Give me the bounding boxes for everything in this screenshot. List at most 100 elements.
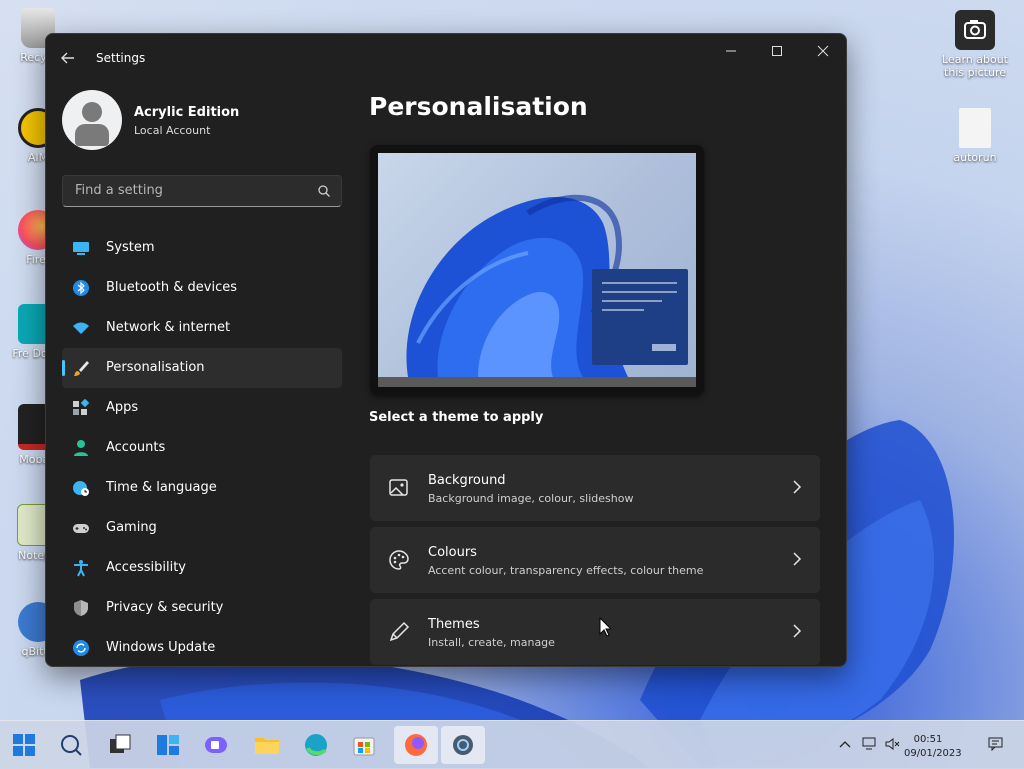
sidebar-item-privacy-security[interactable]: Privacy & security: [62, 588, 342, 628]
card-title: Themes: [428, 617, 480, 632]
minimize-icon: [726, 50, 736, 52]
show-hidden-icons-button[interactable]: [838, 737, 852, 754]
edge-icon: [305, 734, 327, 756]
task-view-button[interactable]: [104, 729, 136, 761]
themes-settings-card[interactable]: Themes Install, create, manage: [370, 599, 820, 665]
desktop-icon-learn-about-picture[interactable]: Learn about this picture: [937, 10, 1013, 79]
minimize-button[interactable]: [708, 38, 754, 68]
avatar: [62, 90, 122, 150]
start-button[interactable]: [8, 729, 40, 761]
search-input[interactable]: [73, 182, 317, 199]
network-tray-button[interactable]: [862, 737, 878, 754]
background-settings-card[interactable]: Background Background image, colour, sli…: [370, 455, 820, 521]
sidebar-item-label: Privacy & security: [106, 600, 224, 615]
maximize-button[interactable]: [754, 38, 800, 68]
close-button[interactable]: [800, 38, 846, 68]
file-explorer-button[interactable]: [251, 729, 283, 761]
back-arrow-icon: [61, 52, 74, 64]
gamepad-icon: [73, 524, 89, 533]
pen-icon: [389, 621, 410, 642]
taskbar: 00:51 09/01/2023: [0, 720, 1024, 769]
sidebar-item-label: Apps: [106, 400, 139, 415]
notification-icon: [988, 737, 1003, 752]
sidebar-item-accessibility[interactable]: Accessibility: [62, 548, 342, 588]
search-icon[interactable]: [317, 184, 331, 198]
autorun-file-icon: [959, 108, 991, 148]
mouse-cursor-icon: [599, 617, 611, 637]
search-icon: [61, 735, 82, 756]
bluetooth-icon: [73, 280, 89, 296]
sidebar-item-label: Windows Update: [106, 640, 216, 655]
profile-account-type: Local Account: [134, 124, 211, 137]
close-icon: [817, 45, 829, 57]
desktop-icon-label: Learn about this picture: [942, 53, 1008, 79]
sidebar-item-label: Gaming: [106, 520, 157, 535]
update-icon: [73, 640, 89, 656]
theme-preview-taskbar: [378, 377, 696, 387]
sidebar-item-label: Accessibility: [106, 560, 186, 575]
title-bar[interactable]: Settings: [46, 34, 846, 82]
task-view-icon: [110, 734, 131, 753]
sidebar-item-windows-update[interactable]: Windows Update: [62, 628, 342, 666]
maximize-icon: [772, 46, 782, 56]
widgets-icon: [157, 735, 179, 755]
brush-icon: [74, 361, 89, 376]
desktop-icon-autorun[interactable]: autorun: [937, 108, 1013, 164]
desktop-icon-label: autorun: [953, 151, 997, 164]
profile-name: Acrylic Edition: [134, 105, 240, 120]
clock-time: 00:51: [913, 734, 943, 745]
volume-muted-icon: [885, 738, 900, 750]
system-icon: [73, 242, 89, 255]
bloom-wallpaper-icon: [406, 194, 688, 377]
accessibility-icon: [74, 560, 88, 577]
sidebar-item-label: System: [106, 240, 155, 255]
sidebar-nav: System Bluetooth & devices Network & int…: [62, 228, 342, 666]
chevron-right-icon: [793, 480, 802, 494]
sidebar-item-time-language[interactable]: Time & language: [62, 468, 342, 508]
sidebar-item-network[interactable]: Network & internet: [62, 308, 342, 348]
sidebar-item-label: Accounts: [106, 440, 166, 455]
chat-icon: [205, 737, 227, 753]
sidebar-item-bluetooth[interactable]: Bluetooth & devices: [62, 268, 342, 308]
widgets-button[interactable]: [152, 729, 184, 761]
settings-window: Settings Acrylic Edition Local Account S…: [45, 33, 847, 667]
sidebar-item-personalisation[interactable]: Personalisation: [62, 348, 342, 388]
theme-preview-wallpaper: [378, 153, 696, 377]
sidebar-item-accounts[interactable]: Accounts: [62, 428, 342, 468]
colours-settings-card[interactable]: Colours Accent colour, transparency effe…: [370, 527, 820, 593]
store-button[interactable]: [348, 729, 380, 761]
firefox-taskbar-button[interactable]: [394, 726, 438, 764]
volume-tray-button[interactable]: [884, 737, 900, 754]
window-title: Settings: [96, 51, 146, 65]
chevron-right-icon: [793, 624, 802, 638]
firefox-icon: [405, 734, 427, 756]
accounts-icon: [74, 440, 88, 456]
chevron-up-icon: [839, 741, 851, 748]
back-button[interactable]: [60, 50, 80, 68]
file-explorer-icon: [255, 738, 279, 754]
store-icon: [353, 737, 375, 756]
sidebar-item-label: Personalisation: [106, 360, 205, 375]
camera-icon: [955, 10, 995, 50]
card-title: Colours: [428, 545, 477, 560]
edge-button[interactable]: [300, 729, 332, 761]
page-title: Personalisation: [369, 92, 588, 121]
sidebar-item-label: Bluetooth & devices: [106, 280, 237, 295]
settings-taskbar-button[interactable]: [441, 726, 485, 764]
card-subtitle: Accent colour, transparency effects, col…: [428, 564, 704, 577]
palette-icon: [389, 550, 409, 570]
sidebar-item-apps[interactable]: Apps: [62, 388, 342, 428]
sidebar-item-gaming[interactable]: Gaming: [62, 508, 342, 548]
chat-button[interactable]: [200, 729, 232, 761]
image-icon: [389, 479, 408, 496]
theme-caption: Select a theme to apply: [369, 410, 544, 425]
notifications-button[interactable]: [988, 737, 1004, 754]
theme-preview: [370, 145, 704, 395]
taskbar-clock[interactable]: 00:51 09/01/2023: [904, 733, 962, 761]
sidebar-item-system[interactable]: System: [62, 228, 342, 268]
search-box[interactable]: [62, 175, 342, 207]
taskbar-search-button[interactable]: [55, 729, 87, 761]
wifi-icon: [73, 322, 89, 334]
card-title: Background: [428, 473, 506, 488]
chevron-right-icon: [793, 552, 802, 566]
